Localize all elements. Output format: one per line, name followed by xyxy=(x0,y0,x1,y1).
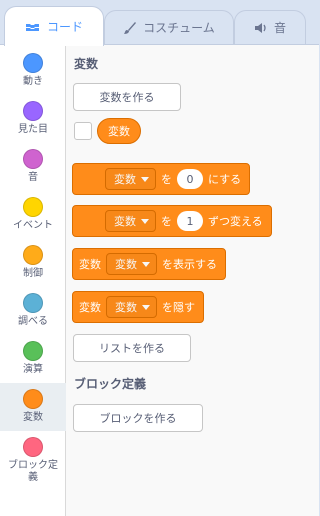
category-sensing[interactable]: 調べる xyxy=(0,287,66,335)
variable-reporter[interactable]: 変数 xyxy=(97,118,141,144)
block-text: にする xyxy=(208,173,242,186)
category-sensing-dot xyxy=(23,293,43,313)
category-label: ブロック定義 xyxy=(8,460,58,483)
variable-dropdown[interactable]: 変数 xyxy=(105,210,156,232)
make-block-button[interactable]: ブロックを作る xyxy=(73,404,203,432)
category-label: 動き xyxy=(23,76,43,87)
category-motion[interactable]: 動き xyxy=(0,47,66,95)
dropdown-value: 変数 xyxy=(115,258,137,271)
category-label: 見た目 xyxy=(18,124,48,135)
category-control[interactable]: 制御 xyxy=(0,239,66,287)
category-motion-dot xyxy=(23,53,43,73)
category-operators[interactable]: 演算 xyxy=(0,335,66,383)
variable-dropdown[interactable]: 変数 xyxy=(106,253,157,275)
editor-tabs: コード コスチューム 音 xyxy=(0,0,319,46)
dropdown-value: 変数 xyxy=(114,173,136,186)
tab-code[interactable]: コード xyxy=(4,6,104,46)
code-icon xyxy=(25,21,41,33)
chevron-down-icon xyxy=(142,261,150,267)
tab-sounds[interactable]: 音 xyxy=(234,10,306,44)
category-variables-dot xyxy=(23,389,43,409)
blocks-palette: 変数 変数を作る 変数 変数 を 0 にする 変数 を 1 ずつ変える 変数 変… xyxy=(66,45,319,516)
show-variable-block[interactable]: 変数 変数 を表示する xyxy=(72,248,226,280)
category-events-dot xyxy=(23,197,43,217)
block-text: 変数 xyxy=(79,301,101,314)
chevron-down-icon xyxy=(142,304,150,310)
make-variable-button[interactable]: 変数を作る xyxy=(73,83,181,111)
category-looks[interactable]: 見た目 xyxy=(0,95,66,143)
category-label: 変数 xyxy=(23,412,43,423)
set-variable-block[interactable]: 変数 を 0 にする xyxy=(72,163,251,195)
category-sound[interactable]: 音 xyxy=(0,143,66,191)
category-menu: 動き 見た目 音 イベント 制御 調べる 演算 変数 ブロック定義 xyxy=(0,45,66,516)
speaker-icon xyxy=(254,22,268,34)
my-blocks-section-title: ブロック定義 xyxy=(74,377,147,391)
category-variables[interactable]: 変数 xyxy=(0,383,66,431)
tab-code-label: コード xyxy=(46,20,83,34)
chevron-down-icon xyxy=(141,176,149,182)
category-control-dot xyxy=(23,245,43,265)
chevron-down-icon xyxy=(141,218,149,224)
value-input[interactable]: 0 xyxy=(177,169,203,189)
variable-dropdown[interactable]: 変数 xyxy=(105,168,156,190)
tab-costumes[interactable]: コスチューム xyxy=(104,10,234,44)
category-label: イベント xyxy=(13,220,53,231)
make-list-button[interactable]: リストを作る xyxy=(73,334,191,362)
category-looks-dot xyxy=(23,101,43,121)
category-label: 調べる xyxy=(18,316,48,327)
brush-icon xyxy=(123,21,137,35)
category-label: 音 xyxy=(28,172,38,183)
category-label: 演算 xyxy=(23,364,43,375)
dropdown-value: 変数 xyxy=(114,215,136,228)
category-my-blocks[interactable]: ブロック定義 xyxy=(0,431,66,489)
tab-costumes-label: コスチューム xyxy=(143,21,215,35)
category-label: 制御 xyxy=(23,268,43,279)
category-operators-dot xyxy=(23,341,43,361)
category-my-blocks-dot xyxy=(23,437,43,457)
block-text: を表示する xyxy=(162,258,217,271)
hide-variable-block[interactable]: 変数 変数 を隠す xyxy=(72,291,204,323)
block-text: を xyxy=(161,173,172,186)
category-events[interactable]: イベント xyxy=(0,191,66,239)
dropdown-value: 変数 xyxy=(115,301,137,314)
block-palette-panel: 動き 見た目 音 イベント 制御 調べる 演算 変数 ブロック定義 変数 変数を… xyxy=(0,44,319,516)
variable-dropdown[interactable]: 変数 xyxy=(106,296,157,318)
block-text: を隠す xyxy=(162,301,195,314)
variables-section-title: 変数 xyxy=(74,57,99,71)
variable-monitor-checkbox[interactable] xyxy=(74,122,92,140)
value-input[interactable]: 1 xyxy=(177,211,203,231)
block-text: を xyxy=(161,215,172,228)
block-text: 変数 xyxy=(79,258,101,271)
category-sound-dot xyxy=(23,149,43,169)
change-variable-block[interactable]: 変数 を 1 ずつ変える xyxy=(72,205,272,237)
block-text: ずつ変える xyxy=(208,215,263,228)
tab-sounds-label: 音 xyxy=(273,21,286,35)
